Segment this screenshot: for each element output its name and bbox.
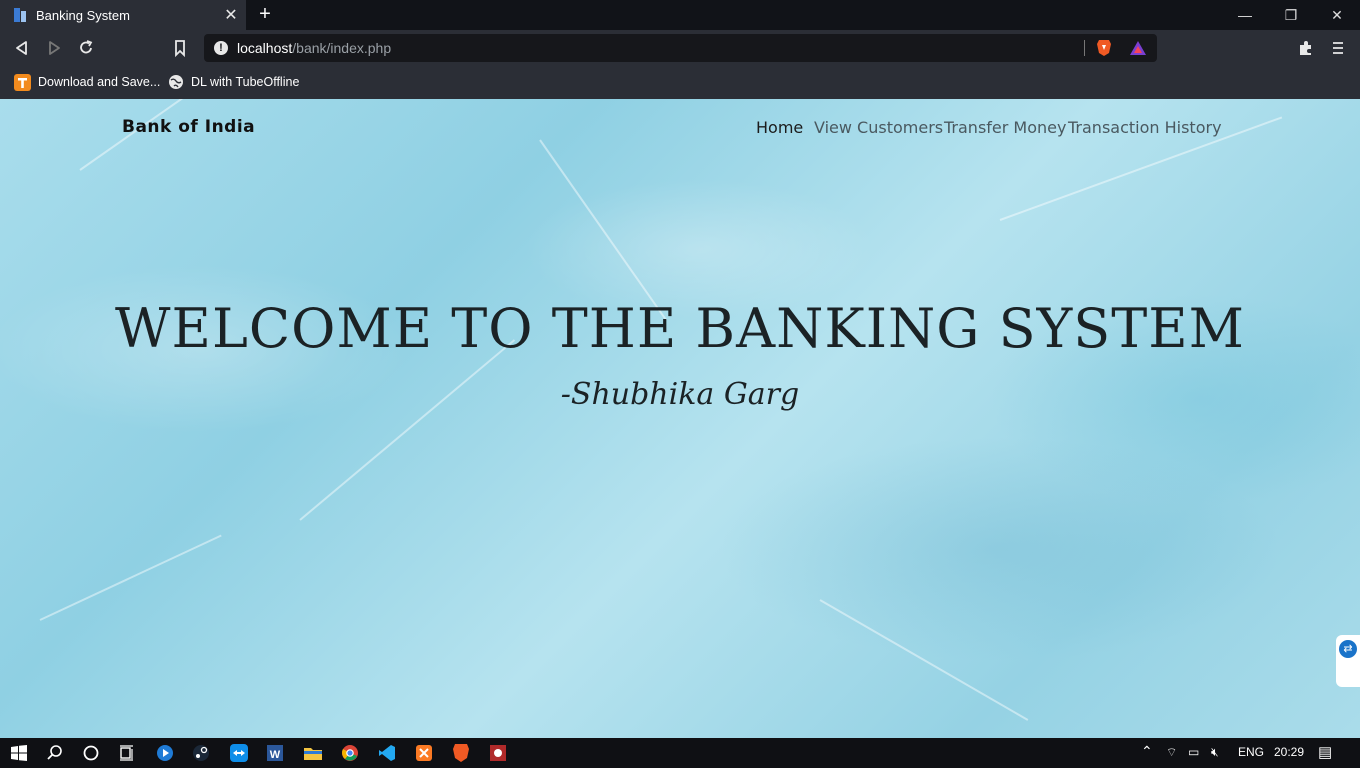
browser-tab[interactable]: Banking System ✕ [0, 0, 246, 30]
reload-icon[interactable] [76, 38, 96, 58]
windows-start-icon[interactable] [8, 742, 30, 764]
word-icon[interactable]: W [264, 742, 286, 764]
new-tab-button[interactable]: + [254, 3, 276, 25]
window-close-button[interactable]: ✕ [1314, 0, 1360, 30]
address-bar[interactable]: ! localhost/bank/index.php [204, 34, 1157, 62]
teamviewer-icon: ⇄ [1339, 640, 1357, 658]
hero-subtitle: -Shubhika Garg [560, 377, 800, 412]
teamviewer-side-tab[interactable]: ⇄ [1336, 635, 1360, 687]
language-indicator[interactable]: ENG [1238, 745, 1264, 759]
media-player-icon[interactable] [154, 742, 176, 764]
forward-arrow-icon[interactable] [44, 38, 64, 58]
brand-logo[interactable]: Bank of India [122, 117, 255, 137]
url-host: localhost [237, 40, 293, 56]
page-hero-background: Bank of India Home View Customers Transf… [0, 99, 1360, 738]
bookmark-item-download-save[interactable]: Download and Save... [14, 72, 160, 92]
bookmark-label: DL with TubeOffline [191, 75, 300, 89]
windows-taskbar: W ⌃ ⌔ ▭ 🔇︎ ENG 20:29 ▤ [0, 738, 1360, 768]
menu-hamburger-icon[interactable] [1328, 38, 1348, 58]
tab-close-icon[interactable]: ✕ [216, 5, 246, 25]
bookmark-item-dl-tubeoffline[interactable]: DL with TubeOffline [168, 72, 299, 92]
nav-transaction-history[interactable]: Transaction History [1068, 118, 1222, 137]
teamviewer-taskbar-icon[interactable] [228, 742, 250, 764]
brave-browser-icon[interactable] [450, 742, 472, 764]
bookmark-label: Download and Save... [38, 75, 161, 89]
bookmarks-bar: Download and Save... DL with TubeOffline [0, 66, 1360, 99]
file-explorer-icon[interactable] [302, 742, 324, 764]
url-divider [1084, 40, 1085, 56]
site-favicon-icon [14, 8, 26, 22]
clock-time[interactable]: 20:29 [1274, 745, 1304, 759]
volume-muted-icon[interactable]: 🔇︎ [1211, 745, 1219, 760]
extensions-puzzle-icon[interactable] [1296, 38, 1316, 58]
notification-center-icon[interactable]: ▤ [1318, 743, 1332, 761]
brave-rewards-icon[interactable] [1129, 40, 1147, 56]
wifi-icon[interactable]: ⌔ [1166, 745, 1177, 760]
nav-view-customers[interactable]: View Customers [814, 118, 943, 137]
window-restore-button[interactable]: ❐ [1268, 0, 1314, 30]
url-text[interactable]: localhost/bank/index.php [237, 40, 391, 56]
tubeoffline-t-icon [14, 73, 31, 91]
browser-titlebar: Banking System ✕ + — ❐ ✕ [0, 0, 1360, 30]
battery-icon[interactable]: ▭ [1188, 745, 1199, 759]
url-path: /bank/index.php [292, 40, 392, 56]
site-info-icon[interactable]: ! [214, 41, 228, 55]
task-view-icon[interactable] [116, 742, 138, 764]
hero-title: WELCOME TO THE BANKING SYSTEM [115, 297, 1245, 360]
back-arrow-icon[interactable] [12, 38, 32, 58]
browser-toolbar: ! localhost/bank/index.php [0, 30, 1360, 66]
window-minimize-button[interactable]: — [1222, 0, 1268, 30]
globe-icon [169, 75, 183, 89]
texture-streak [539, 139, 668, 321]
texture-streak [39, 534, 222, 621]
cortana-icon[interactable] [80, 742, 102, 764]
bookmark-icon[interactable] [170, 38, 190, 58]
nav-home[interactable]: Home [756, 118, 803, 137]
search-icon[interactable] [44, 742, 66, 764]
nav-transfer-money[interactable]: Transfer Money [944, 118, 1066, 137]
app-red-icon[interactable] [487, 742, 509, 764]
xampp-icon[interactable] [413, 742, 435, 764]
tab-title: Banking System [36, 7, 130, 23]
tray-chevron-up-icon[interactable]: ⌃ [1141, 743, 1153, 760]
steam-icon[interactable] [190, 742, 212, 764]
svg-text:W: W [270, 749, 281, 761]
brave-shields-icon[interactable] [1096, 39, 1112, 57]
texture-streak [299, 339, 516, 521]
chrome-icon[interactable] [339, 742, 361, 764]
vscode-icon[interactable] [376, 742, 398, 764]
texture-streak [819, 599, 1029, 721]
